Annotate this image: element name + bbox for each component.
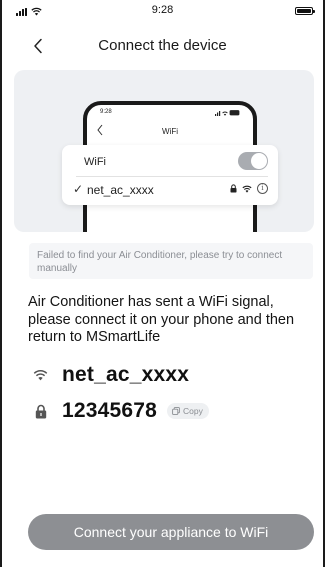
wifi-label: WiFi <box>84 156 106 168</box>
battery-icon <box>295 7 315 15</box>
illustration-time: 9:28 <box>100 109 112 115</box>
toggle-knob <box>251 153 267 169</box>
copy-button[interactable]: Copy <box>167 403 209 419</box>
status-bar: 9:28 <box>0 0 325 22</box>
password-value: 12345678 <box>62 399 158 422</box>
network-icons: i <box>230 183 268 194</box>
illustration-title: WiFi <box>162 127 178 136</box>
info-icon: i <box>257 183 268 194</box>
error-notice: Failed to find your Air Conditioner, ple… <box>29 243 313 279</box>
wifi-settings-card: WiFi ✓ net_ac_xxxx i <box>62 145 278 205</box>
lock-icon <box>230 184 237 193</box>
ssid-value: net_ac_xxxx <box>62 363 190 386</box>
instruction-text: Air Conditioner has sent a WiFi signal, … <box>28 294 295 345</box>
wifi-toggle <box>238 152 268 170</box>
page-title: Connect the device <box>98 37 227 54</box>
illustration-status-glyphs <box>215 110 240 116</box>
network-name: net_ac_xxxx <box>87 183 154 197</box>
copy-icon <box>172 407 180 415</box>
divider <box>76 176 268 177</box>
illustration-status-icons <box>215 109 241 118</box>
password-row: 12345678 Copy <box>33 398 209 424</box>
status-time: 9:28 <box>151 4 174 16</box>
header: Connect the device <box>0 28 325 64</box>
wifi-icon <box>33 368 48 383</box>
wifi-icon <box>242 185 252 193</box>
check-icon: ✓ <box>73 182 84 196</box>
screen: 9:28 Connect the device 9:28 WiFi WiFi ✓… <box>0 0 325 567</box>
connect-to-wifi-button[interactable]: Connect your appliance to WiFi <box>28 514 314 550</box>
copy-label: Copy <box>183 406 203 416</box>
ssid-row: net_ac_xxxx <box>33 362 189 388</box>
device-edge-left <box>0 0 2 567</box>
lock-icon <box>33 404 48 419</box>
